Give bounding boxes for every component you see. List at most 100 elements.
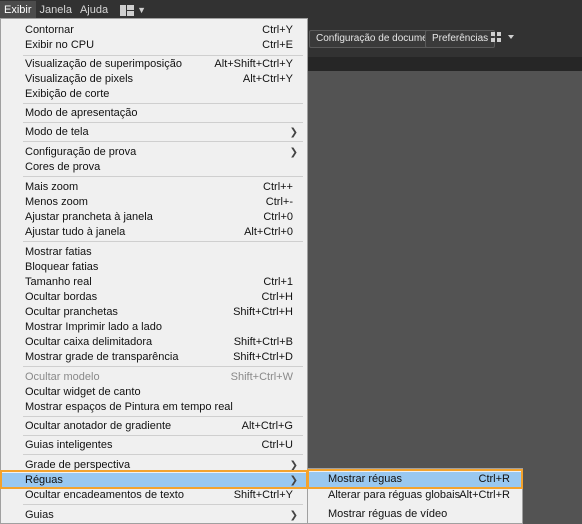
menu-item-label: Ocultar pranchetas <box>25 306 118 318</box>
submenu-item-label: Mostrar réguas de vídeo <box>328 508 448 520</box>
menu-item-label: Tamanho real <box>25 276 92 288</box>
menu-item-shortcut: Ctrl+1 <box>263 276 293 288</box>
menu-item-label: Exibir no CPU <box>25 39 95 51</box>
menu-item-reguas[interactable]: Réguas ❯ <box>1 473 307 488</box>
workspace-grid-icon <box>120 4 135 16</box>
menu-item-anotador-gradiente[interactable]: Ocultar anotador de gradiente Alt+Ctrl+G <box>1 419 307 434</box>
menu-item-label: Bloquear fatias <box>25 261 99 273</box>
submenu-item-reguas-globais[interactable]: Alterar para réguas globais Alt+Ctrl+R <box>308 488 522 503</box>
menu-item-shortcut: Alt+Shift+Ctrl+Y <box>214 58 293 70</box>
menu-item-shortcut: Ctrl+- <box>265 196 293 208</box>
menu-item-label: Ajustar prancheta à janela <box>25 211 153 223</box>
menu-item-pixels[interactable]: Visualização de pixels Alt+Ctrl+Y <box>1 72 307 87</box>
menu-separator <box>23 122 303 123</box>
menu-item-shortcut: Alt+Ctrl+Y <box>242 73 293 85</box>
submenu-item-label: Mostrar réguas <box>328 473 402 485</box>
menu-item-label: Mostrar espaços de Pintura em tempo real <box>25 401 233 413</box>
menu-item-bloquear-fatias[interactable]: Bloquear fatias <box>1 260 307 275</box>
menu-item-shortcut: Ctrl+U <box>261 439 293 451</box>
menu-item-modo-tela[interactable]: Modo de tela ❯ <box>1 125 307 140</box>
menu-item-ocultar-modelo: Ocultar modelo Shift+Ctrl+W <box>1 370 307 385</box>
menu-item-imprimir-lado[interactable]: Mostrar Imprimir lado a lado <box>1 320 307 335</box>
menu-ajuda[interactable]: Ajuda <box>76 1 112 19</box>
menu-exibir[interactable]: Exibir <box>0 1 36 19</box>
menu-item-shortcut: Shift+Ctrl+B <box>233 336 293 348</box>
menu-item-mostrar-fatias[interactable]: Mostrar fatias <box>1 245 307 260</box>
menu-item-ocultar-pranchetas[interactable]: Ocultar pranchetas Shift+Ctrl+H <box>1 305 307 320</box>
submenu-arrow-icon: ❯ <box>289 475 298 486</box>
menu-item-widget-canto[interactable]: Ocultar widget de canto <box>1 385 307 400</box>
menu-item-ocultar-bordas[interactable]: Ocultar bordas Ctrl+H <box>1 290 307 305</box>
menu-item-label: Mostrar fatias <box>25 246 92 258</box>
menu-item-ajustar-prancheta[interactable]: Ajustar prancheta à janela Ctrl+0 <box>1 210 307 225</box>
menu-item-mais-zoom[interactable]: Mais zoom Ctrl++ <box>1 180 307 195</box>
menu-separator <box>23 435 303 436</box>
arrange-documents-icon[interactable] <box>490 30 520 46</box>
menu-item-exibir-cpu[interactable]: Exibir no CPU Ctrl+E <box>1 38 307 53</box>
menu-separator <box>23 141 303 142</box>
reguas-submenu: Mostrar réguas Ctrl+R Alterar para régua… <box>307 468 523 524</box>
submenu-item-label: Alterar para réguas globais <box>328 489 461 501</box>
menu-item-label: Cores de prova <box>25 161 101 173</box>
menu-item-label: Guias <box>25 509 54 521</box>
menu-item-caixa-delimitadora[interactable]: Ocultar caixa delimitadora Shift+Ctrl+B <box>1 335 307 350</box>
submenu-arrow-icon: ❯ <box>289 460 298 471</box>
submenu-arrow-icon: ❯ <box>289 127 298 138</box>
menu-separator <box>23 55 303 56</box>
menu-item-label: Contornar <box>25 24 74 36</box>
menu-separator <box>23 416 303 417</box>
preferences-button[interactable]: Preferências <box>425 30 496 48</box>
menu-item-superimposicao[interactable]: Visualização de superimposição Alt+Shift… <box>1 57 307 72</box>
menu-item-label: Ajustar tudo à janela <box>25 226 126 238</box>
submenu-arrow-icon: ❯ <box>289 510 298 521</box>
menu-item-label: Exibição de corte <box>25 88 110 100</box>
menu-separator <box>23 504 303 505</box>
menu-item-encadeamentos[interactable]: Ocultar encadeamentos de texto Shift+Ctr… <box>1 488 307 503</box>
workspace-switcher[interactable]: ▼ <box>120 4 146 16</box>
menu-item-contornar[interactable]: Contornar Ctrl+Y <box>1 23 307 38</box>
menu-item-tamanho-real[interactable]: Tamanho real Ctrl+1 <box>1 275 307 290</box>
chevron-down-icon: ▼ <box>137 5 146 15</box>
menu-item-shortcut: Ctrl+E <box>262 39 293 51</box>
menu-item-apresentacao[interactable]: Modo de apresentação <box>1 106 307 121</box>
submenu-item-shortcut: Alt+Ctrl+R <box>459 489 510 501</box>
menu-bar: Exibir Janela Ajuda ▼ <box>0 0 582 20</box>
submenu-arrow-icon: ❯ <box>289 147 298 158</box>
menu-item-guias[interactable]: Guias ❯ <box>1 508 307 523</box>
menu-separator <box>23 176 303 177</box>
menu-item-label: Ocultar widget de canto <box>25 386 141 398</box>
menu-item-grade-transparencia[interactable]: Mostrar grade de transparência Shift+Ctr… <box>1 350 307 365</box>
menu-item-label: Modo de tela <box>25 126 89 138</box>
submenu-item-mostrar-reguas[interactable]: Mostrar réguas Ctrl+R <box>308 472 522 487</box>
menu-item-guias-inteligentes[interactable]: Guias inteligentes Ctrl+U <box>1 438 307 453</box>
menu-item-shortcut: Ctrl+Y <box>262 24 293 36</box>
menu-item-label: Guias inteligentes <box>25 439 113 451</box>
menu-item-label: Grade de perspectiva <box>25 459 131 471</box>
menu-item-shortcut: Ctrl++ <box>263 181 293 193</box>
menu-separator <box>23 241 303 242</box>
menu-item-label: Ocultar caixa delimitadora <box>25 336 153 348</box>
menu-item-cores-prova[interactable]: Cores de prova <box>1 160 307 175</box>
menu-item-menos-zoom[interactable]: Menos zoom Ctrl+- <box>1 195 307 210</box>
menu-item-label: Visualização de superimposição <box>25 58 182 70</box>
menu-item-label: Ocultar anotador de gradiente <box>25 420 172 432</box>
submenu-item-reguas-video[interactable]: Mostrar réguas de vídeo <box>308 507 522 522</box>
menu-item-pintura-tempo-real[interactable]: Mostrar espaços de Pintura em tempo real <box>1 400 307 415</box>
menu-item-shortcut: Alt+Ctrl+G <box>241 420 293 432</box>
menu-item-shortcut: Shift+Ctrl+D <box>233 351 293 363</box>
menu-item-label: Modo de apresentação <box>25 107 138 119</box>
menu-item-label: Mostrar Imprimir lado a lado <box>25 321 162 333</box>
menu-item-config-prova[interactable]: Configuração de prova ❯ <box>1 145 307 160</box>
menu-item-label: Visualização de pixels <box>25 73 134 85</box>
menu-item-label: Ocultar bordas <box>25 291 98 303</box>
menu-separator <box>23 454 303 455</box>
menu-item-label: Réguas <box>25 474 63 486</box>
menu-item-shortcut: Ctrl+H <box>261 291 293 303</box>
exibir-dropdown-menu: Contornar Ctrl+Y Exibir no CPU Ctrl+E Vi… <box>0 18 308 524</box>
menu-item-ajustar-tudo[interactable]: Ajustar tudo à janela Alt+Ctrl+0 <box>1 225 307 240</box>
menu-item-label: Mostrar grade de transparência <box>25 351 179 363</box>
menu-item-shortcut: Shift+Ctrl+Y <box>233 489 293 501</box>
menu-item-corte[interactable]: Exibição de corte <box>1 87 307 102</box>
menu-janela[interactable]: Janela <box>36 1 76 19</box>
menu-item-grade-perspectiva[interactable]: Grade de perspectiva ❯ <box>1 458 307 473</box>
